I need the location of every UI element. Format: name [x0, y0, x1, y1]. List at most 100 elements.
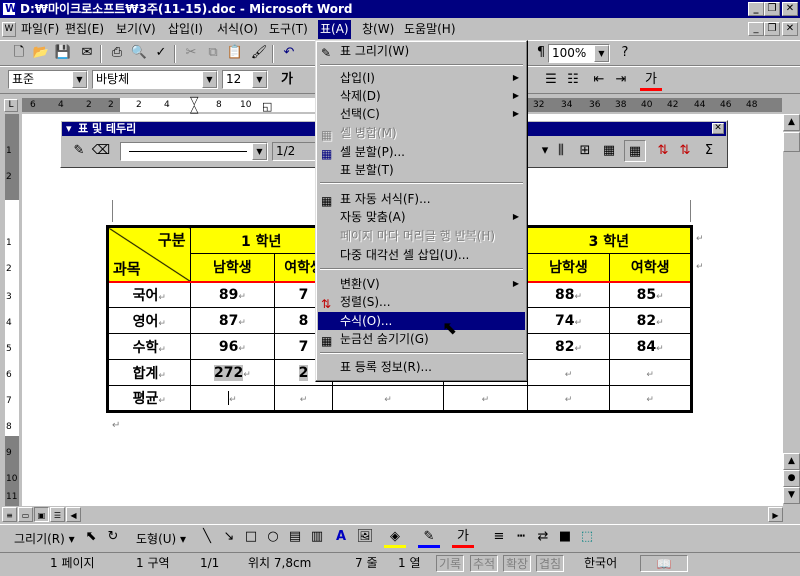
status-record[interactable]: 기록 [436, 555, 465, 572]
eraser-icon[interactable]: ⌫ [90, 140, 112, 162]
scroll-left-icon[interactable]: ◀ [66, 507, 81, 522]
status-track[interactable]: 추적 [470, 555, 499, 572]
female-header-cell[interactable]: 여학생 [609, 253, 692, 282]
new-icon[interactable]: 🗋 [8, 42, 30, 64]
email-icon[interactable]: ✉ [76, 42, 98, 64]
menu-item-heading-rows[interactable]: 페이지 마다 머리글 행 반복(H) [318, 227, 525, 245]
print-layout-icon[interactable]: ▣ [34, 507, 49, 522]
line-icon[interactable]: ╲ [196, 526, 218, 548]
numbering-icon[interactable]: ☰ [540, 69, 562, 91]
chevron-down-icon[interactable]: ▼ [72, 71, 87, 88]
menu-table[interactable]: 표(A) [318, 20, 351, 39]
menu-item-diagonal-cell[interactable]: 다중 대각선 셀 삽입(U)... [318, 246, 525, 264]
bullets-icon[interactable]: ☷ [562, 69, 584, 91]
horizontal-scrollbar[interactable] [0, 506, 800, 523]
text-box-vertical-icon[interactable]: ▥ [306, 526, 328, 548]
fill-color-icon[interactable]: ◈ [384, 526, 406, 548]
copy-icon[interactable]: ⧉ [202, 42, 224, 64]
vertical-scrollbar[interactable] [783, 114, 800, 506]
bold-button[interactable]: 가 [276, 69, 298, 91]
data-cell[interactable]: ↵ [609, 359, 692, 386]
help-icon[interactable]: ? [614, 42, 636, 64]
style-combo[interactable]: 표준 ▼ [8, 70, 88, 89]
data-cell[interactable]: ↵ [189, 385, 276, 412]
subject-cell[interactable]: 영어↵ [107, 307, 191, 334]
undo-icon[interactable]: ↶ [278, 42, 300, 64]
chevron-down-icon[interactable]: ▼ [202, 71, 217, 88]
scroll-up-icon[interactable]: ▲ [783, 114, 800, 131]
scroll-thumb[interactable] [783, 132, 800, 152]
select-objects-icon[interactable]: ⬉ [80, 526, 102, 548]
menu-item-sort[interactable]: ⇅ 정렬(S)... [318, 293, 525, 311]
data-cell[interactable]: ↵ [526, 359, 611, 386]
font-combo[interactable]: 바탕체 ▼ [92, 70, 218, 89]
male-header-cell[interactable]: 남학생 [526, 253, 611, 282]
font-color-icon[interactable]: 가 [452, 526, 474, 548]
corner-header-cell[interactable]: 구분 과목 [107, 226, 191, 282]
status-overtype[interactable]: 겹침 [536, 555, 565, 572]
select-browse-object-icon[interactable]: ● [783, 470, 800, 487]
open-icon[interactable]: 📂 [30, 42, 52, 64]
line-style-icon[interactable]: ≡ [488, 526, 510, 548]
data-cell[interactable]: 82↵ [609, 307, 692, 334]
cut-icon[interactable]: ✂ [180, 42, 202, 64]
menu-view[interactable]: 보기(V) [114, 20, 158, 39]
autoshapes-button[interactable]: 도형(U) ▾ [136, 530, 186, 547]
menu-item-delete[interactable]: 삭제(D) ▶ [318, 87, 525, 105]
wordart-icon[interactable]: A [330, 526, 352, 548]
menu-help[interactable]: 도움말(H) [402, 20, 458, 39]
format-painter-icon[interactable]: 🖌 [248, 42, 270, 64]
menu-window[interactable]: 창(W) [360, 20, 396, 39]
chevron-down-icon[interactable]: ▼ [252, 71, 267, 88]
show-gridlines-icon[interactable]: ▦ [624, 140, 646, 162]
sort-ascending-icon[interactable]: ⇅ [652, 140, 674, 162]
menu-item-select[interactable]: 선택(C) ▶ [318, 105, 525, 123]
subject-cell[interactable]: 국어↵ [107, 281, 191, 308]
indent-marker-icon[interactable]: ▽ △ [190, 95, 200, 114]
data-cell[interactable]: 85↵ [609, 281, 692, 308]
table-autoformat-icon[interactable]: ▦ [598, 140, 620, 162]
line-weight-combo[interactable]: 1/2 [272, 142, 316, 161]
menu-edit[interactable]: 편집(E) [63, 20, 106, 39]
data-cell[interactable]: 87↵ [189, 307, 276, 334]
subject-cell[interactable]: 평균↵ [107, 385, 191, 412]
print-icon[interactable]: ⎙ [106, 42, 128, 64]
data-cell[interactable]: ↵ [443, 385, 528, 412]
arrow-icon[interactable]: ↘ [218, 526, 240, 548]
data-cell[interactable]: 272↵ [189, 359, 276, 386]
scroll-right-icon[interactable]: ▶ [768, 507, 783, 522]
normal-view-icon[interactable]: ≡ [2, 507, 17, 522]
spelling-status-icon[interactable]: 📖 [640, 555, 688, 572]
menu-file[interactable]: 파일(F) [19, 20, 61, 39]
draw-menu-button[interactable]: 그리기(R) ▾ [14, 530, 75, 547]
free-rotate-icon[interactable]: ↻ [102, 526, 124, 548]
doc-minimize-button[interactable]: _ [748, 22, 764, 36]
grade1-header-cell[interactable]: 1 학년 [189, 226, 333, 254]
data-cell[interactable]: ↵ [526, 385, 611, 412]
outline-view-icon[interactable]: ☰ [50, 507, 65, 522]
restore-button[interactable]: ❐ [764, 2, 780, 16]
chevron-down-icon[interactable]: ▼ [252, 143, 267, 160]
menu-item-convert[interactable]: 변환(V) ▶ [318, 275, 525, 293]
data-cell[interactable]: ↵ [331, 385, 445, 412]
word-app-icon[interactable] [2, 0, 17, 18]
grade3-header-cell[interactable]: 3 학년 [526, 226, 693, 254]
menu-tools[interactable]: 도구(T) [267, 20, 310, 39]
scroll-down-icon[interactable]: ▼ [783, 487, 800, 504]
3d-icon[interactable]: ⬚ [576, 526, 598, 548]
close-icon[interactable]: ✕ [712, 123, 724, 134]
data-cell[interactable]: 89↵ [189, 281, 276, 308]
menu-item-table-properties[interactable]: 표 등록 정보(R)... [318, 358, 525, 376]
minimize-button[interactable]: _ [748, 2, 764, 16]
shadow-icon[interactable]: ■ [554, 526, 576, 548]
menu-item-hide-gridlines[interactable]: ▦ 눈금선 숨기기(G) [318, 330, 525, 348]
distribute-columns-icon[interactable]: ⊞ [574, 140, 596, 162]
data-cell[interactable]: ↵ [609, 385, 692, 412]
doc-restore-button[interactable]: ❐ [764, 22, 780, 36]
subject-cell[interactable]: 합계↵ [107, 359, 191, 386]
font-color-icon[interactable]: 가 [640, 69, 662, 91]
doc-close-button[interactable]: ✕ [782, 22, 798, 36]
menu-item-split-table[interactable]: 표 분할(T) [318, 161, 525, 179]
save-icon[interactable]: 💾 [52, 42, 74, 64]
subject-cell[interactable]: 수학↵ [107, 333, 191, 360]
